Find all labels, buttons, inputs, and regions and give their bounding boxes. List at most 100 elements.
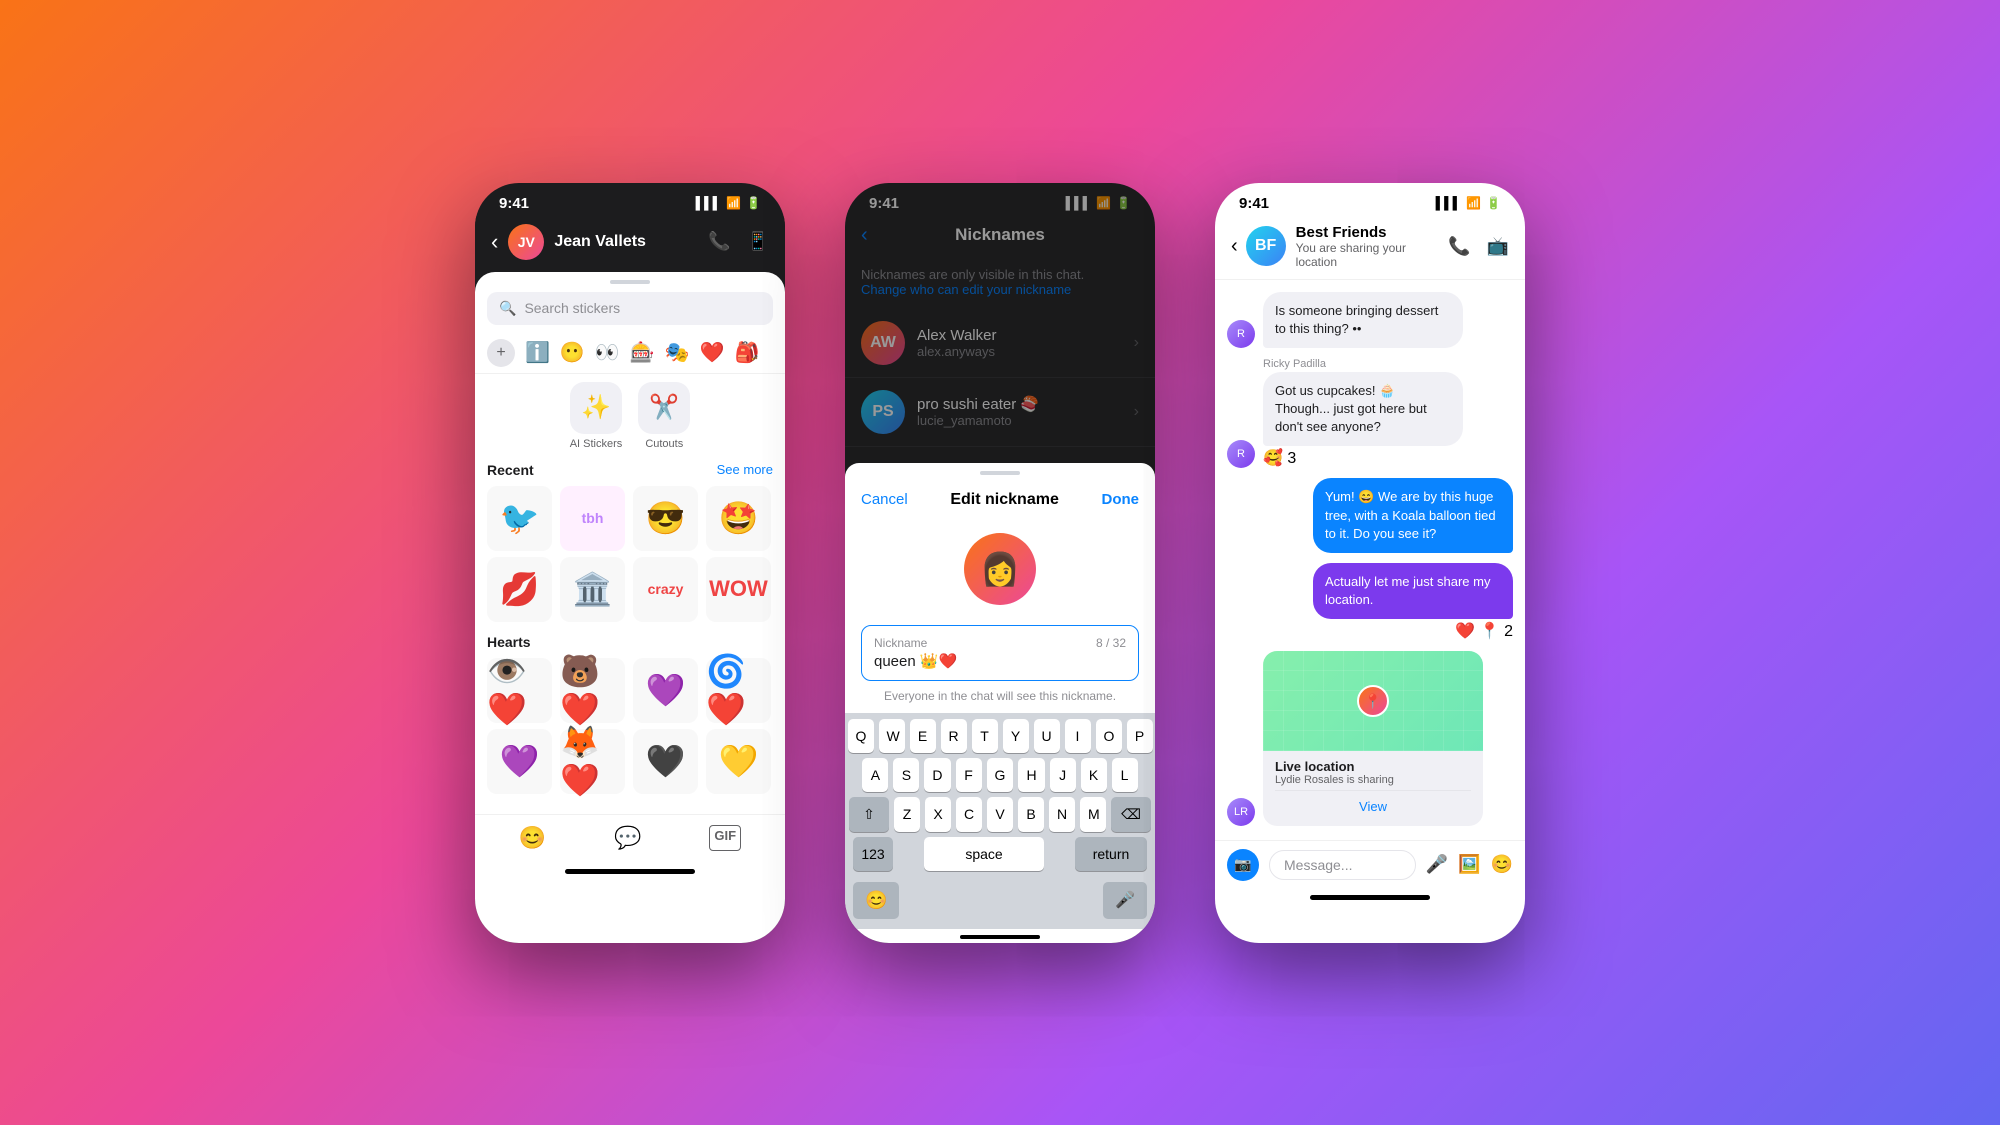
phone-stickers: 9:41 ▌▌▌ 📶 🔋 ‹ JV Jean Vallets 📞 📱 🔍 Sea… (475, 183, 785, 943)
key-t[interactable]: T (972, 719, 998, 753)
key-f[interactable]: F (956, 758, 982, 792)
sticker-6[interactable]: 🏛️ (560, 557, 625, 622)
ai-stickers-category[interactable]: ✨ AI Stickers (570, 382, 623, 450)
heart-sticker-4[interactable]: 🌀❤️ (706, 658, 771, 723)
msg-group-2: Ricky Padilla Got us cupcakes! 🧁 Though.… (1263, 358, 1463, 469)
sticker-tab-2[interactable]: 😶 (560, 340, 585, 365)
add-sticker-button[interactable]: + (487, 339, 515, 367)
location-view-button[interactable]: View (1275, 795, 1471, 818)
msg-reactions-4: ❤️ 📍 2 (1313, 621, 1513, 641)
gif-tab-icon[interactable]: GIF (709, 825, 741, 851)
camera-button[interactable]: 📷 (1227, 849, 1259, 881)
key-u[interactable]: U (1034, 719, 1060, 753)
sticker-tab-3[interactable]: 👀 (595, 340, 620, 365)
heart-sticker-3[interactable]: 💜 (633, 658, 698, 723)
emoji-icon[interactable]: 😊 (1491, 854, 1513, 875)
nickname-label: Nickname (874, 636, 927, 650)
mic-icon[interactable]: 🎤 (1426, 854, 1448, 875)
phone-icon-1[interactable]: 📞 (708, 231, 730, 252)
msg-bubble-4: Actually let me just share my location. (1313, 563, 1513, 619)
heart-sticker-2[interactable]: 🐻❤️ (560, 658, 625, 723)
chat-sub: You are sharing your location (1296, 241, 1448, 269)
key-p[interactable]: P (1127, 719, 1153, 753)
key-space[interactable]: space (924, 837, 1044, 871)
back-button-3[interactable]: ‹ (1231, 235, 1238, 258)
nickname-input-wrap[interactable]: Nickname 8 / 32 queen 👑❤️ (861, 625, 1139, 681)
cutouts-category[interactable]: ✂️ Cutouts (638, 382, 690, 450)
sticker-1[interactable]: 🐦 (487, 486, 552, 551)
key-a[interactable]: A (862, 758, 888, 792)
sticker-8[interactable]: WOW (706, 557, 771, 622)
key-o[interactable]: O (1096, 719, 1122, 753)
nickname-value[interactable]: queen 👑❤️ (874, 652, 1126, 670)
key-d[interactable]: D (924, 758, 950, 792)
done-button[interactable]: Done (1102, 491, 1140, 508)
photo-icon[interactable]: 🖼️ (1458, 854, 1480, 875)
key-w[interactable]: W (879, 719, 905, 753)
status-bar-1: 9:41 ▌▌▌ 📶 🔋 (475, 183, 785, 216)
sticker-tab-7[interactable]: 🎒 (734, 340, 759, 365)
time-1: 9:41 (499, 195, 529, 212)
key-q[interactable]: Q (848, 719, 874, 753)
ai-stickers-icon: ✨ (570, 382, 622, 434)
emoji-key[interactable]: 😊 (853, 882, 899, 919)
key-i[interactable]: I (1065, 719, 1091, 753)
msg-bubble-1: Is someone bringing dessert to this thin… (1263, 292, 1463, 348)
sticker-2[interactable]: tbh (560, 486, 625, 551)
key-123[interactable]: 123 (853, 837, 893, 871)
sticker-tab-4[interactable]: 🎰 (630, 340, 655, 365)
key-g[interactable]: G (987, 758, 1014, 792)
sticker-5[interactable]: 💋 (487, 557, 552, 622)
key-shift[interactable]: ⇧ (849, 797, 889, 832)
key-k[interactable]: K (1081, 758, 1107, 792)
key-n[interactable]: N (1049, 797, 1075, 832)
location-card[interactable]: 📍 Live location Lydie Rosales is sharing… (1263, 651, 1483, 826)
key-delete[interactable]: ⌫ (1111, 797, 1151, 832)
key-s[interactable]: S (893, 758, 919, 792)
key-x[interactable]: X (925, 797, 951, 832)
hearts-label: Hearts (487, 634, 531, 650)
key-m[interactable]: M (1080, 797, 1106, 832)
key-return[interactable]: return (1075, 837, 1147, 871)
sticker-tab-icon[interactable]: 💬 (614, 825, 641, 851)
emoji-tab-icon[interactable]: 😊 (519, 825, 546, 851)
sticker-categories: ✨ AI Stickers ✂️ Cutouts Recent See more… (475, 374, 785, 814)
location-info: Live location Lydie Rosales is sharing V… (1263, 751, 1483, 826)
heart-sticker-8[interactable]: 💛 (706, 729, 771, 794)
key-l[interactable]: L (1112, 758, 1138, 792)
key-r[interactable]: R (941, 719, 967, 753)
sticker-tab-1[interactable]: ℹ️ (525, 340, 550, 365)
battery-icon: 🔋 (746, 196, 761, 210)
key-e[interactable]: E (910, 719, 936, 753)
sticker-7[interactable]: crazy (633, 557, 698, 622)
search-bar[interactable]: 🔍 Search stickers (487, 292, 773, 325)
key-j[interactable]: J (1050, 758, 1076, 792)
chat-name: Best Friends (1296, 224, 1448, 241)
msg-bubble-2: Got us cupcakes! 🧁 Though... just got he… (1263, 372, 1463, 447)
sticker-tab-6[interactable]: ❤️ (700, 340, 725, 365)
heart-sticker-5[interactable]: 💜 (487, 729, 552, 794)
key-z[interactable]: Z (894, 797, 920, 832)
heart-sticker-1[interactable]: 👁️❤️ (487, 658, 552, 723)
key-b[interactable]: B (1018, 797, 1044, 832)
back-button-1[interactable]: ‹ (491, 229, 498, 255)
key-h[interactable]: H (1018, 758, 1044, 792)
home-indicator-2 (960, 935, 1040, 939)
sticker-4[interactable]: 🤩 (706, 486, 771, 551)
phone-icon-3[interactable]: 📞 (1448, 236, 1470, 257)
heart-sticker-7[interactable]: 🖤 (633, 729, 698, 794)
status-bar-3: 9:41 ▌▌▌ 📶 🔋 (1215, 183, 1525, 216)
key-y[interactable]: Y (1003, 719, 1029, 753)
sticker-tab-5[interactable]: 🎭 (665, 340, 690, 365)
chat-input-bar: 📷 Message... 🎤 🖼️ 😊 (1215, 840, 1525, 889)
video-icon-1[interactable]: 📱 (747, 231, 769, 252)
heart-sticker-6[interactable]: 🦊❤️ (560, 729, 625, 794)
key-c[interactable]: C (956, 797, 982, 832)
cancel-button[interactable]: Cancel (861, 491, 908, 508)
message-input[interactable]: Message... (1269, 850, 1416, 880)
video-icon-3[interactable]: 📺 (1487, 236, 1509, 257)
mic-key[interactable]: 🎤 (1103, 882, 1147, 919)
key-v[interactable]: V (987, 797, 1013, 832)
sticker-3[interactable]: 😎 (633, 486, 698, 551)
see-more-button[interactable]: See more (717, 462, 773, 477)
